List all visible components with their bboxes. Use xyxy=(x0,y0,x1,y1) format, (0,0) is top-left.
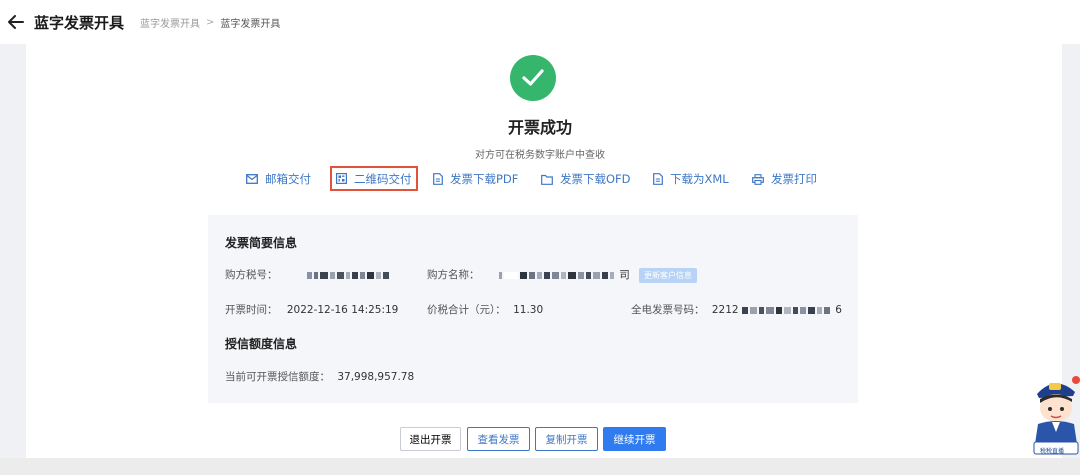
buyer-name-label: 购方名称： xyxy=(427,269,480,281)
download-pdf-label: 发票下载PDF xyxy=(450,172,519,186)
download-xml-link[interactable]: 下载为XML xyxy=(653,168,729,190)
top-bar: 蓝字发票开具 蓝字发票开具 > 蓝字发票开具 xyxy=(0,0,1080,44)
printer-icon xyxy=(752,173,764,185)
file-icon xyxy=(541,174,553,185)
invoice-number-suffix: 6 xyxy=(835,304,842,316)
print-invoice-label: 发票打印 xyxy=(771,172,817,186)
continue-invoicing-button[interactable]: 继续开票 xyxy=(603,427,666,451)
issue-time-label: 开票时间： xyxy=(225,304,278,316)
breadcrumb-item-parent[interactable]: 蓝字发票开具 xyxy=(140,15,200,30)
invoice-number-prefix: 2212 xyxy=(711,304,739,316)
download-ofd-label: 发票下载OFD xyxy=(560,172,631,186)
qrcode-icon xyxy=(336,173,347,184)
breadcrumb-separator: > xyxy=(206,16,215,28)
buyer-name-suffix: 司 xyxy=(619,269,630,281)
breadcrumb: 蓝字发票开具 > 蓝字发票开具 xyxy=(140,15,280,30)
buyer-tax-field: 购方税号： xyxy=(225,267,391,282)
credit-amount-value: 37,998,957.78 xyxy=(337,371,415,383)
summary-section-title: 发票简要信息 xyxy=(225,236,298,250)
invoice-number-label: 全电发票号码： xyxy=(631,304,705,316)
download-ofd-link[interactable]: 发票下载OFD xyxy=(541,168,631,190)
mascot-caption: 税税直播 xyxy=(1040,448,1065,455)
download-pdf-link[interactable]: 发票下载PDF xyxy=(433,168,518,190)
copy-invoice-button[interactable]: 复制开票 xyxy=(535,427,598,451)
exit-invoicing-button[interactable]: 退出开票 xyxy=(400,427,461,451)
success-subtitle: 对方可在税务数字账户中查收 xyxy=(475,150,605,161)
file-icon xyxy=(433,173,443,185)
page-title: 蓝字发票开具 xyxy=(34,13,125,32)
invoice-number-field: 全电发票号码： 2212 6 xyxy=(631,302,842,317)
invoice-number-masked xyxy=(741,304,832,316)
file-icon xyxy=(653,173,663,185)
buyer-name-field: 购方名称： 司 更新客户信息 xyxy=(427,267,698,283)
back-arrow-icon[interactable] xyxy=(6,12,26,32)
invoice-info-panel: 发票简要信息 购方税号： 购方名称： 司 更新客户信息 开票时间： 2022-1… xyxy=(208,215,858,403)
buyer-tax-label: 购方税号： xyxy=(225,269,278,281)
print-invoice-link[interactable]: 发票打印 xyxy=(752,168,817,190)
qrcode-delivery-link[interactable]: 二维码交付 xyxy=(330,166,418,191)
buyer-tax-masked-value xyxy=(306,269,391,281)
mail-icon xyxy=(246,174,258,184)
email-delivery-label: 邮箱交付 xyxy=(265,172,311,186)
total-amount-label: 价税合计（元）： xyxy=(427,304,506,316)
bottom-band xyxy=(0,458,1080,475)
credit-section-title: 授信额度信息 xyxy=(225,337,298,351)
update-customer-tag[interactable]: 更新客户信息 xyxy=(639,267,698,283)
credit-amount-field: 当前可开票授信额度： 37,998,957.78 xyxy=(225,369,414,384)
total-amount-field: 价税合计（元）： 11.30 xyxy=(427,302,543,317)
success-check-icon xyxy=(510,55,556,101)
breadcrumb-item-current: 蓝字发票开具 xyxy=(220,18,281,30)
issue-time-field: 开票时间： 2022-12-16 14:25:19 xyxy=(225,302,398,317)
issue-time-value: 2022-12-16 14:25:19 xyxy=(286,304,399,316)
download-xml-label: 下载为XML xyxy=(670,172,729,186)
qrcode-delivery-label: 二维码交付 xyxy=(354,171,412,186)
success-title: 开票成功 xyxy=(507,118,572,137)
credit-amount-label: 当前可开票授信额度： xyxy=(225,371,330,383)
view-invoice-button[interactable]: 查看发票 xyxy=(467,427,530,451)
email-delivery-link[interactable]: 邮箱交付 xyxy=(246,168,311,190)
delivery-actions: 邮箱交付 二维码交付 发票下载PDF 发票下载OFD 下载为XML 发票打印 xyxy=(0,166,1080,191)
total-amount-value: 11.30 xyxy=(513,304,544,316)
buyer-name-masked-value xyxy=(498,269,616,281)
